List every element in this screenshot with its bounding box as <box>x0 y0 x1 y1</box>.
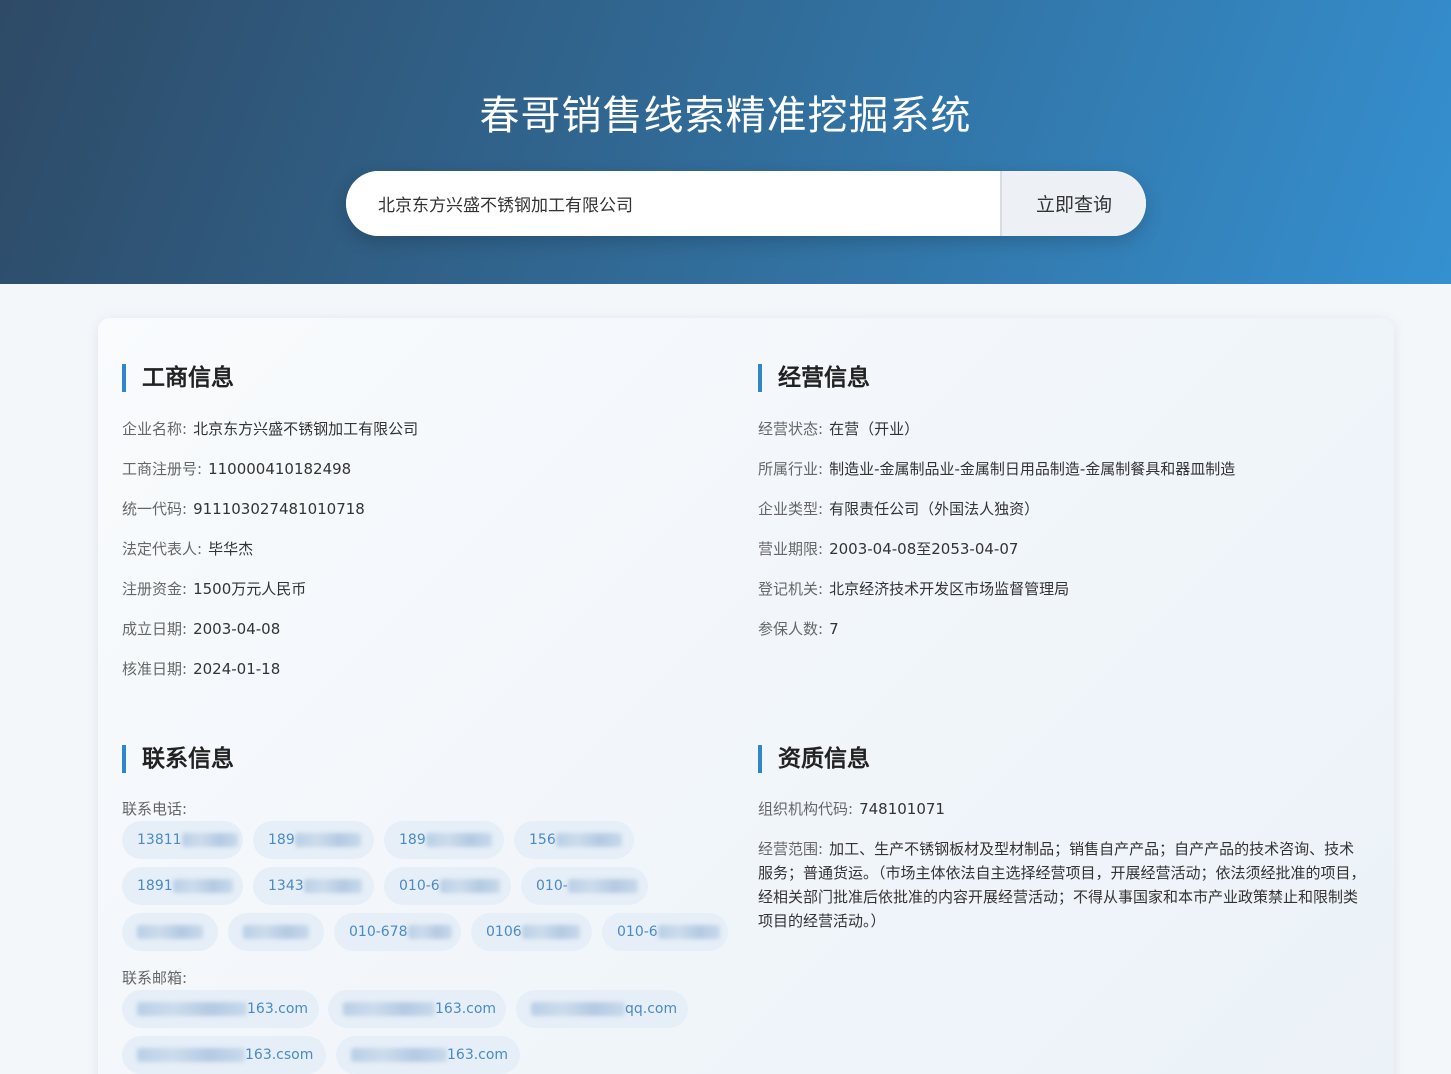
redacted-mask <box>567 879 638 893</box>
contact-section: 联系信息 联系电话: 13811 189 189 156 1891 1343 0… <box>122 745 742 1074</box>
phone-chip[interactable] <box>122 913 218 951</box>
email-chip[interactable]: 163.com <box>336 1036 520 1074</box>
section-title-business: 工商信息 <box>122 364 722 392</box>
redacted-mask <box>137 1048 245 1062</box>
redacted-mask <box>521 925 580 939</box>
field-term: 营业期限: 2003-04-08至2053-04-07 <box>758 540 1019 558</box>
phone-chip[interactable]: 0106 <box>471 913 592 951</box>
email-chip[interactable]: qq.com <box>516 990 688 1028</box>
field-reg-number: 工商注册号: 110000410182498 <box>122 460 352 478</box>
field-business-scope: 经营范围: 加工、生产不锈钢板材及型材制品；销售自产产品；自产产品的技术咨询、技术… <box>758 840 1366 930</box>
section-title-contact: 联系信息 <box>122 745 742 773</box>
phone-chip[interactable]: 156 <box>514 821 634 859</box>
field-founded: 成立日期: 2003-04-08 <box>122 620 281 638</box>
field-authority: 登记机关: 北京经济技术开发区市场监督管理局 <box>758 580 1070 598</box>
qualification-section: 资质信息 组织机构代码: 748101071 经营范围: 加工、生产不锈钢板材及型材… <box>758 745 1378 930</box>
redacted-mask <box>407 925 452 939</box>
phone-chip[interactable]: 1891 <box>122 867 243 905</box>
search-button[interactable]: 立即查询 <box>1000 171 1146 236</box>
field-approved: 核准日期: 2024-01-18 <box>122 660 281 678</box>
field-org-code: 组织机构代码: 748101071 <box>758 800 945 818</box>
redacted-mask <box>181 833 238 847</box>
redacted-mask <box>137 925 203 939</box>
page-title: 春哥销售线索精准挖掘系统 <box>479 93 972 139</box>
email-label: 联系邮箱: <box>122 969 188 987</box>
redacted-mask <box>172 879 233 893</box>
search-input[interactable] <box>346 171 1000 236</box>
field-status: 经营状态: 在营（开业） <box>758 420 920 438</box>
header-banner: 春哥销售线索精准挖掘系统 立即查询 <box>0 0 1451 284</box>
email-chip[interactable]: 163.com <box>122 990 319 1028</box>
phone-chip[interactable]: 010-678 <box>334 913 461 951</box>
redacted-mask <box>531 1002 625 1016</box>
operation-section: 经营信息 经营状态: 在营（开业） 所属行业: 制造业-金属制品业-金属制日用品制造… <box>758 364 1378 638</box>
field-company-name: 企业名称: 北京东方兴盛不锈钢加工有限公司 <box>122 420 419 438</box>
field-insured: 参保人数: 7 <box>758 620 839 638</box>
phone-chip[interactable]: 010-6 <box>602 913 728 951</box>
business-section: 工商信息 企业名称: 北京东方兴盛不锈钢加工有限公司 工商注册号: 11000041… <box>122 364 722 678</box>
field-unified-code: 统一代码: 911103027481010718 <box>122 500 365 518</box>
phone-chip[interactable]: 189 <box>384 821 504 859</box>
result-card: 工商信息 企业名称: 北京东方兴盛不锈钢加工有限公司 工商注册号: 11000041… <box>98 318 1394 1074</box>
redacted-mask <box>243 925 309 939</box>
redacted-mask <box>303 879 362 893</box>
field-company-type: 企业类型: 有限责任公司（外国法人独资） <box>758 500 1040 518</box>
redacted-mask <box>439 879 500 893</box>
redacted-mask <box>351 1048 447 1062</box>
section-title-operation: 经营信息 <box>758 364 1378 392</box>
redacted-mask <box>294 833 361 847</box>
phone-chip[interactable]: 010-6 <box>384 867 511 905</box>
phone-label: 联系电话: <box>122 800 188 818</box>
field-legal-rep: 法定代表人: 毕华杰 <box>122 540 254 558</box>
email-chip[interactable]: 163.com <box>328 990 506 1028</box>
redacted-mask <box>555 833 622 847</box>
phone-chip[interactable]: 189 <box>253 821 374 859</box>
section-title-qualification: 资质信息 <box>758 745 1378 773</box>
search-bar: 立即查询 <box>346 171 1146 236</box>
field-reg-capital: 注册资金: 1500万元人民币 <box>122 580 307 598</box>
redacted-mask <box>137 1002 247 1016</box>
phone-chip[interactable] <box>228 913 324 951</box>
email-chip[interactable]: 163.csom <box>122 1036 326 1074</box>
phone-chip[interactable]: 1343 <box>253 867 374 905</box>
redacted-mask <box>343 1002 435 1016</box>
redacted-mask <box>657 925 720 939</box>
phone-chip[interactable]: 13811 <box>122 821 243 859</box>
redacted-mask <box>425 833 492 847</box>
phone-chip[interactable]: 010- <box>521 867 648 905</box>
field-industry: 所属行业: 制造业-金属制品业-金属制日用品制造-金属制餐具和器皿制造 <box>758 460 1236 478</box>
